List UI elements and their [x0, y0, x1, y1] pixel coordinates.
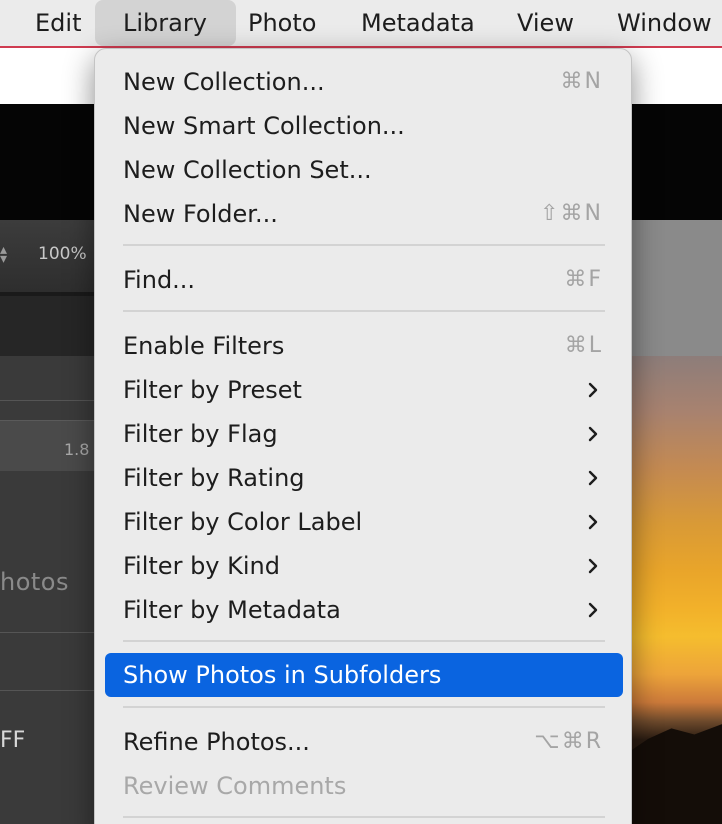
menu-edit[interactable]: Edit [21, 0, 95, 46]
panel-divider [0, 632, 100, 633]
menu-item-shortcut: ⌥⌘R [534, 729, 603, 754]
menu-item-label: Filter by Preset [123, 376, 302, 404]
chevron-right-icon [588, 382, 598, 398]
menu-separator [123, 816, 605, 818]
menu-separator [123, 244, 605, 246]
menu-view[interactable]: View [503, 0, 588, 46]
show-photos-in-subfolders-item[interactable]: Show Photos in Subfolders [105, 653, 623, 697]
menu-item-label: Filter by Kind [123, 552, 280, 580]
enable-filters-item[interactable]: Enable Filters ⌘L [105, 326, 623, 366]
chevron-right-icon [588, 558, 598, 574]
photos-label: hotos [0, 568, 69, 596]
chevron-right-icon [588, 602, 598, 618]
menu-item-shortcut: ⌘N [560, 69, 603, 94]
menu-photo[interactable]: Photo [234, 0, 330, 46]
panel-divider [0, 400, 100, 401]
off-label: FF [0, 728, 26, 753]
menu-item-label: Show Photos in Subfolders [123, 661, 442, 689]
refine-photos-item[interactable]: Refine Photos... ⌥⌘R [105, 722, 623, 762]
menu-item-label: Enable Filters [123, 332, 285, 360]
filter-by-flag-item[interactable]: Filter by Flag [105, 414, 623, 454]
new-folder-item[interactable]: New Folder... ⇧⌘N [105, 194, 623, 234]
menu-metadata[interactable]: Metadata [347, 0, 489, 46]
preview-header [630, 220, 722, 356]
zoom-level[interactable]: 100% [38, 244, 87, 264]
menu-item-label: Find... [123, 266, 196, 294]
new-collection-set-item[interactable]: New Collection Set... [105, 150, 623, 190]
filter-by-color-label-item[interactable]: Filter by Color Label [105, 502, 623, 542]
menu-item-label: New Collection Set... [123, 156, 372, 184]
menu-item-shortcut: ⌘L [564, 333, 603, 358]
menu-separator [123, 310, 605, 312]
menu-item-shortcut: ⇧⌘N [540, 201, 603, 226]
menu-item-label: New Folder... [123, 200, 278, 228]
menu-item-label: New Smart Collection... [123, 112, 405, 140]
filter-by-kind-item[interactable]: Filter by Kind [105, 546, 623, 586]
new-smart-collection-item[interactable]: New Smart Collection... [105, 106, 623, 146]
menu-item-label: Review Comments [123, 772, 347, 800]
menu-bar: Edit Library Photo Metadata View Window [0, 0, 722, 48]
new-collection-item[interactable]: New Collection... ⌘N [105, 62, 623, 102]
chevron-right-icon [588, 426, 598, 442]
menu-separator [123, 706, 605, 708]
menu-item-label: Refine Photos... [123, 728, 310, 756]
review-comments-item: Review Comments [105, 766, 623, 806]
zoom-stepper-icon[interactable]: ▴ ▾ [0, 243, 7, 266]
library-menu: New Collection... ⌘N New Smart Collectio… [94, 48, 632, 824]
menu-separator [123, 640, 605, 642]
filter-by-rating-item[interactable]: Filter by Rating [105, 458, 623, 498]
menu-item-label: Filter by Metadata [123, 596, 341, 624]
menu-item-label: Filter by Color Label [123, 508, 363, 536]
chevron-right-icon [588, 470, 598, 486]
filter-by-preset-item[interactable]: Filter by Preset [105, 370, 623, 410]
menu-item-label: Filter by Rating [123, 464, 305, 492]
menu-item-label: New Collection... [123, 68, 325, 96]
menu-library[interactable]: Library [95, 0, 236, 46]
panel-divider [0, 690, 100, 691]
find-item[interactable]: Find... ⌘F [105, 260, 623, 300]
chevron-right-icon [588, 514, 598, 530]
menu-window[interactable]: Window [603, 0, 722, 46]
menu-item-shortcut: ⌘F [564, 267, 603, 292]
menu-item-label: Filter by Flag [123, 420, 278, 448]
filter-by-metadata-item[interactable]: Filter by Metadata [105, 590, 623, 630]
